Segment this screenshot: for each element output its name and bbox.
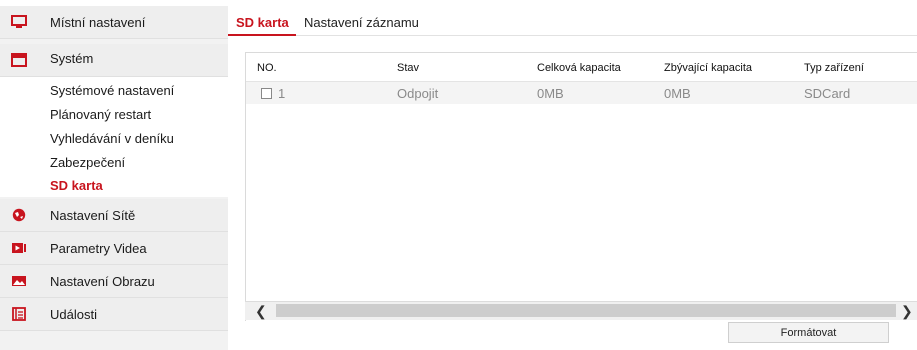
column-header-typ-zarizeni: Typ zařízení xyxy=(804,62,864,74)
sidebar-item-label: Nastavení Sítě xyxy=(50,207,136,223)
cell-typ-zarizeni: SDCard xyxy=(804,86,851,101)
sidebar: Místní nastavení Systém Systémové nastav… xyxy=(0,0,228,350)
sidebar-item-label: Místní nastavení xyxy=(50,14,146,30)
table-header: NO. Stav Celková kapacita Zbývající kapa… xyxy=(246,53,917,82)
cell-celkova-kapacita: 0MB xyxy=(537,86,564,101)
submenu-item-planovany-restart[interactable]: Plánovaný restart xyxy=(50,107,151,122)
scroll-left-icon[interactable]: ❮ xyxy=(255,302,267,320)
submenu-item-vyhledavani-v-deniku[interactable]: Vyhledávání v deníku xyxy=(50,131,174,146)
submenu-item-systemove-nastaveni[interactable]: Systémové nastavení xyxy=(50,83,174,98)
cell-zbyvajici-kapacita: 0MB xyxy=(664,86,691,101)
scroll-right-icon[interactable]: ❯ xyxy=(901,302,913,320)
globe-icon xyxy=(12,208,26,222)
image-icon xyxy=(12,276,26,286)
format-button[interactable]: Formátovat xyxy=(728,322,889,343)
sidebar-item-system[interactable]: Systém xyxy=(0,44,228,77)
monitor-icon xyxy=(11,15,27,28)
submenu-item-sd-karta[interactable]: SD karta xyxy=(50,178,103,193)
column-header-celkova-kapacita: Celková kapacita xyxy=(537,62,621,74)
column-header-no: NO. xyxy=(257,62,277,74)
column-header-stav: Stav xyxy=(397,62,420,74)
system-submenu: Systémové nastavení Plánovaný restart Vy… xyxy=(0,77,228,197)
sidebar-item-parametry-videa[interactable]: Parametry Videa xyxy=(0,232,228,265)
active-tab-indicator xyxy=(228,34,296,36)
table-row[interactable]: 1 Odpojit 0MB 0MB SDCard xyxy=(246,82,917,104)
sidebar-item-label: Parametry Videa xyxy=(50,240,147,256)
sidebar-item-label: Nastavení Obrazu xyxy=(50,273,155,289)
sidebar-item-nastaveni-site[interactable]: Nastavení Sítě xyxy=(0,199,228,232)
sd-card-table: NO. Stav Celková kapacita Zbývající kapa… xyxy=(245,52,917,321)
tab-nastaveni-zaznamu[interactable]: Nastavení záznamu xyxy=(304,15,419,30)
tab-sd-karta[interactable]: SD karta xyxy=(236,15,289,30)
cell-no: 1 xyxy=(278,86,286,101)
events-icon xyxy=(12,307,26,321)
column-header-zbyvajici-kapacita: Zbývající kapacita xyxy=(664,62,753,74)
row-checkbox[interactable] xyxy=(261,88,272,99)
sidebar-item-label: Systém xyxy=(50,51,94,66)
horizontal-scrollbar[interactable]: ❮ ❯ xyxy=(245,301,917,320)
sidebar-item-mistni-nastaveni[interactable]: Místní nastavení xyxy=(0,6,228,39)
video-icon xyxy=(12,243,26,253)
cell-stav: Odpojit xyxy=(397,86,439,101)
sidebar-item-label: Události xyxy=(50,306,97,322)
tab-divider xyxy=(296,35,917,36)
submenu-item-zabezpeceni[interactable]: Zabezpečení xyxy=(50,155,125,170)
scrollbar-thumb[interactable] xyxy=(276,304,896,317)
system-window-icon xyxy=(11,53,27,67)
sidebar-item-nastaveni-obrazu[interactable]: Nastavení Obrazu xyxy=(0,265,228,298)
sidebar-item-udalosti[interactable]: Události xyxy=(0,298,228,331)
